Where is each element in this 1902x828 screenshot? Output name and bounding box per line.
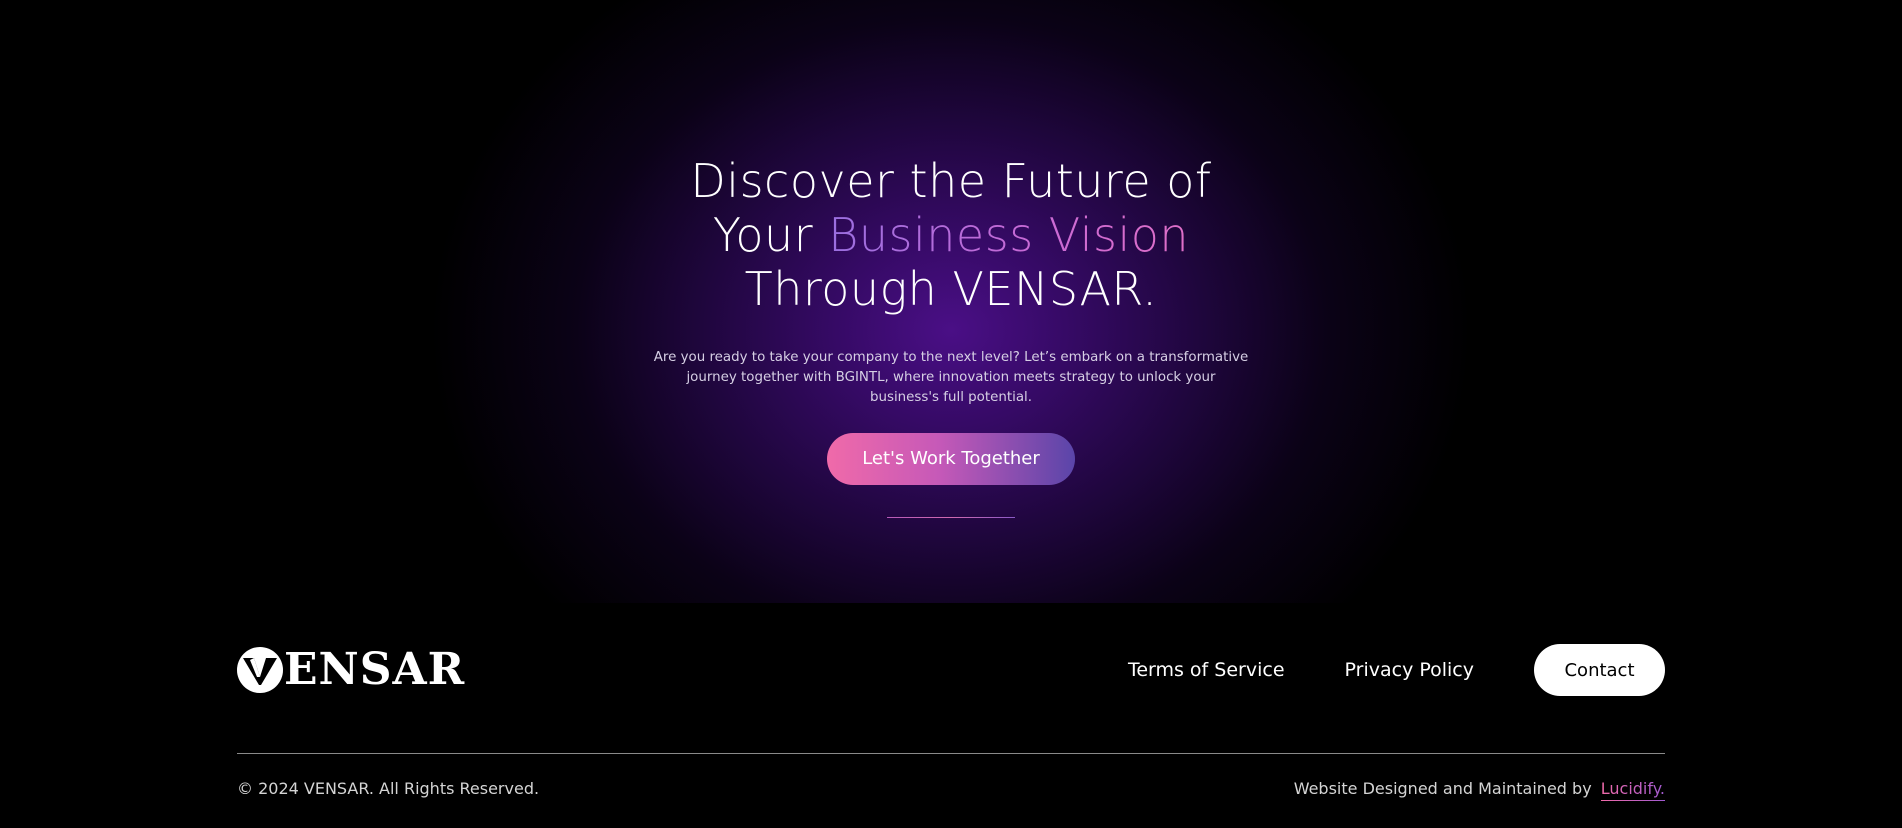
copyright-text: © 2024 VENSAR. All Rights Reserved. xyxy=(237,779,540,798)
headline-line-2-prefix: Your xyxy=(712,208,829,262)
footer-divider xyxy=(237,753,1665,754)
contact-button[interactable]: Contact xyxy=(1534,644,1665,696)
hero-divider xyxy=(887,517,1015,518)
privacy-policy-link[interactable]: Privacy Policy xyxy=(1345,659,1474,681)
terms-of-service-link[interactable]: Terms of Service xyxy=(1128,659,1285,681)
vensar-v-logo-icon xyxy=(237,647,283,693)
page: Discover the Future of Your Business Vis… xyxy=(0,0,1902,828)
headline-line-3: Through VENSAR. xyxy=(744,262,1158,316)
lets-work-together-button[interactable]: Let's Work Together xyxy=(827,433,1075,485)
headline-line-1: Discover the Future of xyxy=(690,154,1212,208)
logo-text: ENSAR xyxy=(284,644,466,695)
headline-line-2: Your Business Vision xyxy=(0,208,1902,262)
hero-headline: Discover the Future of Your Business Vis… xyxy=(0,154,1902,316)
headline-highlight: Business Vision xyxy=(828,208,1190,262)
lucidify-link[interactable]: Lucidify. xyxy=(1601,779,1665,798)
vensar-logo[interactable]: ENSAR xyxy=(237,646,465,694)
hero-subtext: Are you ready to take your company to th… xyxy=(653,350,1249,405)
footer-nav: Terms of Service Privacy Policy Contact xyxy=(1128,644,1665,696)
credit-prefix: Website Designed and Maintained by xyxy=(1293,779,1592,798)
credit-text: Website Designed and Maintained by Lucid… xyxy=(1294,779,1665,798)
hero-section: Discover the Future of Your Business Vis… xyxy=(0,0,1902,603)
